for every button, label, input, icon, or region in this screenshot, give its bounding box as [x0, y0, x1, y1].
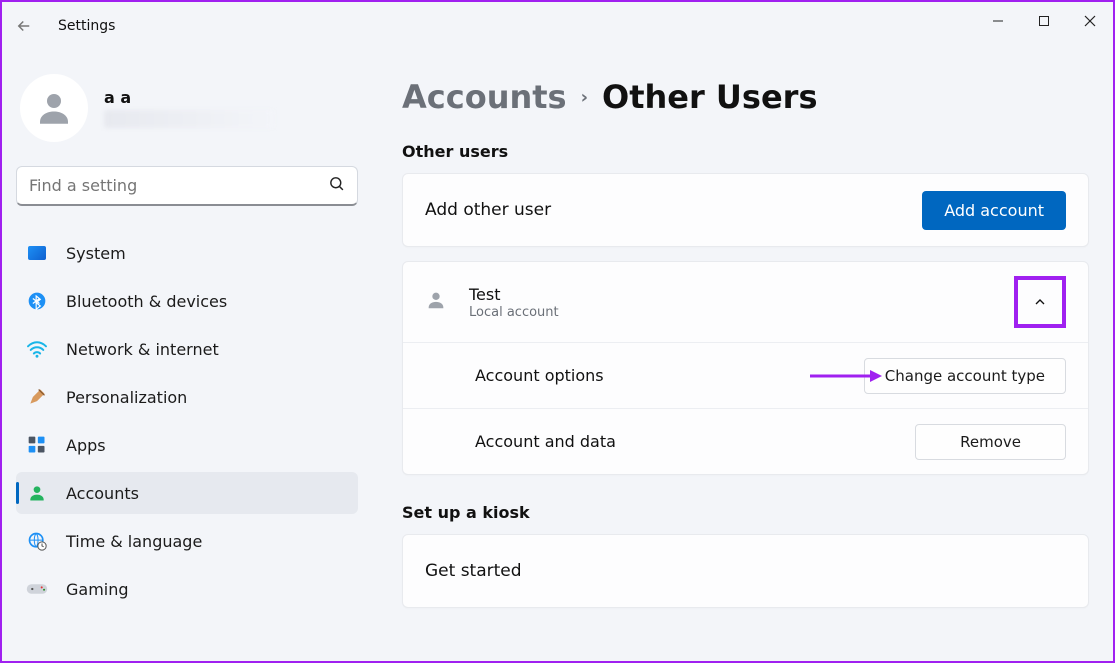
- sidebar-item-bluetooth[interactable]: Bluetooth & devices: [16, 280, 358, 322]
- profile-block[interactable]: a a: [16, 70, 358, 166]
- sidebar-item-label: Accounts: [66, 484, 139, 503]
- breadcrumb: Accounts › Other Users: [402, 78, 1089, 116]
- sidebar-item-system[interactable]: System: [16, 232, 358, 274]
- sidebar-item-gaming[interactable]: Gaming: [16, 568, 358, 610]
- account-data-row: Account and data Remove: [403, 408, 1088, 474]
- apps-icon: [26, 434, 48, 456]
- account-options-label: Account options: [475, 366, 604, 385]
- main-content: Accounts › Other Users Other users Add o…: [372, 50, 1113, 661]
- wifi-icon: [26, 338, 48, 360]
- breadcrumb-parent[interactable]: Accounts: [402, 78, 567, 116]
- account-data-label: Account and data: [475, 432, 616, 451]
- close-button[interactable]: [1067, 2, 1113, 40]
- titlebar: Settings: [2, 2, 1113, 50]
- sidebar-item-network[interactable]: Network & internet: [16, 328, 358, 370]
- remove-button[interactable]: Remove: [915, 424, 1066, 460]
- profile-email-redacted: [104, 110, 274, 128]
- avatar: [20, 74, 88, 142]
- gamepad-icon: [26, 578, 48, 600]
- back-button[interactable]: [10, 12, 38, 40]
- sidebar-item-time-language[interactable]: Time & language: [16, 520, 358, 562]
- sidebar-item-personalization[interactable]: Personalization: [16, 376, 358, 418]
- person-icon: [26, 482, 48, 504]
- person-icon: [425, 289, 447, 315]
- sidebar-item-apps[interactable]: Apps: [16, 424, 358, 466]
- add-account-button[interactable]: Add account: [922, 191, 1066, 230]
- user-card: Test Local account Account options Chang…: [402, 261, 1089, 475]
- sidebar-item-label: Gaming: [66, 580, 129, 599]
- system-icon: [26, 242, 48, 264]
- sidebar-item-label: Network & internet: [66, 340, 219, 359]
- bluetooth-icon: [26, 290, 48, 312]
- globe-clock-icon: [26, 530, 48, 552]
- user-header-row[interactable]: Test Local account: [403, 262, 1088, 342]
- sidebar: a a System Bluetooth & devices: [2, 50, 372, 661]
- collapse-button[interactable]: [1014, 276, 1066, 328]
- section-other-users: Other users: [402, 142, 1089, 161]
- search-box[interactable]: [16, 166, 358, 206]
- chevron-up-icon: [1032, 294, 1048, 310]
- get-started-label: Get started: [425, 561, 522, 581]
- maximize-button[interactable]: [1021, 2, 1067, 40]
- sidebar-item-label: System: [66, 244, 126, 263]
- kiosk-card[interactable]: Get started: [402, 534, 1089, 608]
- user-type: Local account: [469, 305, 559, 320]
- minimize-button[interactable]: [975, 2, 1021, 40]
- search-input[interactable]: [29, 176, 328, 195]
- sidebar-item-accounts[interactable]: Accounts: [16, 472, 358, 514]
- add-user-label: Add other user: [425, 200, 551, 220]
- paintbrush-icon: [26, 386, 48, 408]
- page-title: Other Users: [602, 78, 817, 116]
- window-controls: [975, 2, 1113, 40]
- user-name: Test: [469, 285, 559, 304]
- search-icon: [328, 175, 345, 196]
- account-options-row: Account options Change account type: [403, 342, 1088, 408]
- sidebar-item-label: Time & language: [66, 532, 202, 551]
- add-user-card: Add other user Add account: [402, 173, 1089, 247]
- chevron-right-icon: ›: [581, 87, 588, 108]
- section-kiosk: Set up a kiosk: [402, 503, 1089, 522]
- sidebar-item-label: Apps: [66, 436, 106, 455]
- change-account-type-button[interactable]: Change account type: [864, 358, 1066, 394]
- nav-list: System Bluetooth & devices Network & int…: [16, 232, 358, 610]
- sidebar-item-label: Bluetooth & devices: [66, 292, 227, 311]
- window-title: Settings: [58, 18, 115, 34]
- profile-name: a a: [104, 88, 274, 107]
- sidebar-item-label: Personalization: [66, 388, 187, 407]
